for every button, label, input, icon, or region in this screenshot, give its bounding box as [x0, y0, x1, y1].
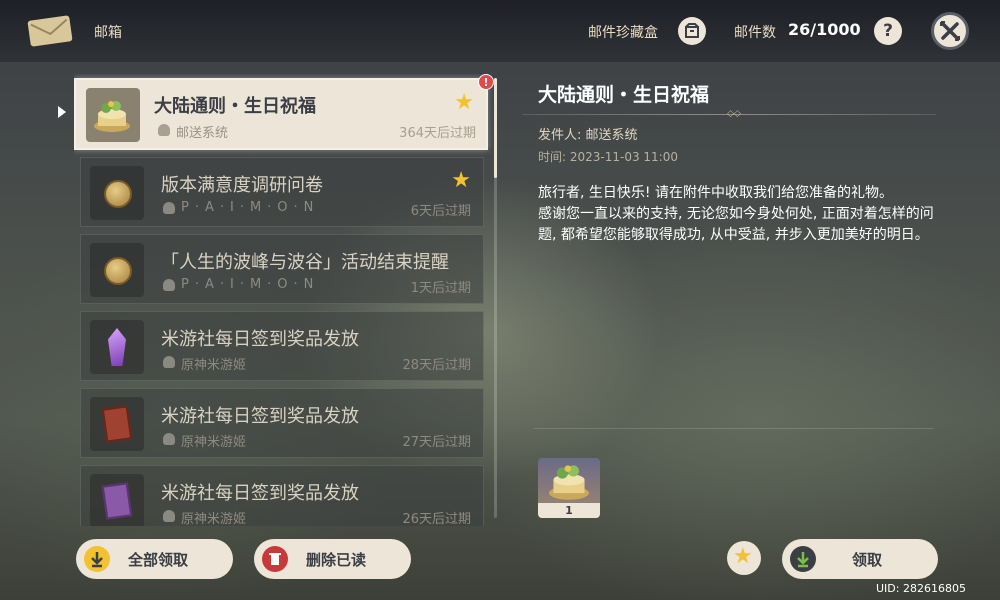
- delete-read-button[interactable]: 删除已读: [254, 539, 411, 579]
- mail-collection-label[interactable]: 邮件珍藏盒: [588, 22, 658, 42]
- attachment-count: 1: [538, 503, 600, 518]
- mail-item[interactable]: 版本满意度调研问卷 P·A·I·M·O·N 6天后过期 ★: [80, 157, 484, 227]
- crystal-icon: [108, 328, 126, 366]
- mail-sender: 原神米游姬: [181, 435, 247, 450]
- detail-time: 时间: 2023-11-03 11:00: [538, 150, 678, 164]
- detail-sender: 发件人: 邮送系统: [538, 128, 638, 143]
- red-book-icon: [101, 405, 133, 443]
- envelope-icon: [27, 15, 73, 47]
- uid-label: UID: 282616805: [876, 582, 966, 595]
- claim-all-label: 全部领取: [128, 551, 189, 569]
- claim-all-button[interactable]: 全部领取: [76, 539, 233, 579]
- mail-thumbnail: [86, 88, 140, 142]
- page-title: 邮箱: [94, 25, 122, 41]
- close-icon[interactable]: [931, 12, 969, 50]
- collection-box-icon[interactable]: [678, 17, 706, 45]
- star-icon: ★: [451, 168, 471, 193]
- diamond-ornament-icon: ◇◇: [727, 109, 741, 119]
- mail-count-value: 26/1000: [788, 20, 861, 39]
- mail-sender: P·A·I·M·O·N: [181, 277, 320, 292]
- help-icon[interactable]: ?: [874, 17, 902, 45]
- mail-sender: 邮送系统: [176, 126, 229, 141]
- mail-title: 米游社每日签到奖品发放: [161, 406, 359, 427]
- mora-coin-icon: [104, 257, 132, 285]
- mail-expiry: 28天后过期: [402, 358, 471, 373]
- mail-item[interactable]: 米游社每日签到奖品发放 原神米游姬 27天后过期: [80, 388, 484, 458]
- mail-sender: 原神米游姬: [181, 358, 247, 373]
- mail-list: 大陆通则・生日祝福 邮送系统 364天后过期 ★ ! 版本满意度调研问卷 P·A…: [74, 74, 502, 526]
- divider: [534, 428, 934, 429]
- birthday-cake-icon: [94, 101, 130, 132]
- sender-icon: [163, 433, 175, 445]
- mail-title: 大陆通则・生日祝福: [154, 96, 316, 117]
- mail-item[interactable]: 米游社每日签到奖品发放 原神米游姬 26天后过期: [80, 465, 484, 526]
- mail-thumbnail: [90, 474, 144, 526]
- star-icon: ★: [454, 90, 474, 115]
- sender-icon: [163, 279, 175, 291]
- mail-expiry: 6天后过期: [410, 204, 471, 219]
- mail-sender: 原神米游姬: [181, 512, 247, 526]
- trash-icon: [262, 546, 288, 572]
- unread-badge: !: [478, 74, 494, 90]
- mail-title: 米游社每日签到奖品发放: [161, 483, 359, 504]
- scrollbar-thumb[interactable]: [494, 78, 497, 178]
- mail-expiry: 26天后过期: [402, 512, 471, 526]
- claim-label: 领取: [852, 551, 883, 569]
- mail-item-selected[interactable]: 大陆通则・生日祝福 邮送系统 364天后过期 ★ !: [74, 74, 494, 150]
- sender-icon: [163, 356, 175, 368]
- mail-expiry: 1天后过期: [410, 281, 471, 296]
- selection-arrow-icon: [58, 106, 66, 118]
- mail-thumbnail: [90, 243, 144, 297]
- download-icon: [84, 546, 110, 572]
- star-icon: ★: [733, 544, 753, 569]
- sender-icon: [163, 202, 175, 214]
- mail-expiry: 27天后过期: [402, 435, 471, 450]
- delete-read-label: 删除已读: [306, 551, 367, 569]
- mail-list-scrollbar[interactable]: [494, 78, 497, 518]
- download-icon: [790, 546, 816, 572]
- mail-expiry: 364天后过期: [399, 126, 476, 141]
- mora-coin-icon: [104, 180, 132, 208]
- attachment-item[interactable]: 1: [538, 458, 600, 518]
- sender-icon: [158, 124, 170, 136]
- mail-thumbnail: [90, 320, 144, 374]
- mail-body: 旅行者, 生日快乐! 请在附件中收取我们给您准备的礼物。 感谢您一直以来的支持,…: [538, 185, 934, 243]
- mail-title: 「人生的波峰与波谷」活动结束提醒: [161, 252, 449, 273]
- mail-item[interactable]: 米游社每日签到奖品发放 原神米游姬 28天后过期: [80, 311, 484, 381]
- sender-icon: [163, 510, 175, 522]
- mail-count-label: 邮件数: [734, 25, 776, 41]
- mail-title: 版本满意度调研问卷: [161, 175, 323, 196]
- mail-title: 米游社每日签到奖品发放: [161, 329, 359, 350]
- mail-thumbnail: [90, 166, 144, 220]
- claim-button[interactable]: 领取: [782, 539, 938, 579]
- detail-title: 大陆通则・生日祝福: [538, 84, 710, 106]
- mail-sender: P·A·I·M·O·N: [181, 200, 320, 215]
- top-bar: 邮箱 邮件珍藏盒 邮件数 26/1000 ?: [0, 0, 1000, 62]
- purple-book-icon: [101, 482, 133, 520]
- favorite-button[interactable]: ★: [727, 541, 761, 575]
- birthday-cake-icon: [549, 465, 589, 500]
- mail-item[interactable]: 「人生的波峰与波谷」活动结束提醒 P·A·I·M·O·N 1天后过期: [80, 234, 484, 304]
- mail-thumbnail: [90, 397, 144, 451]
